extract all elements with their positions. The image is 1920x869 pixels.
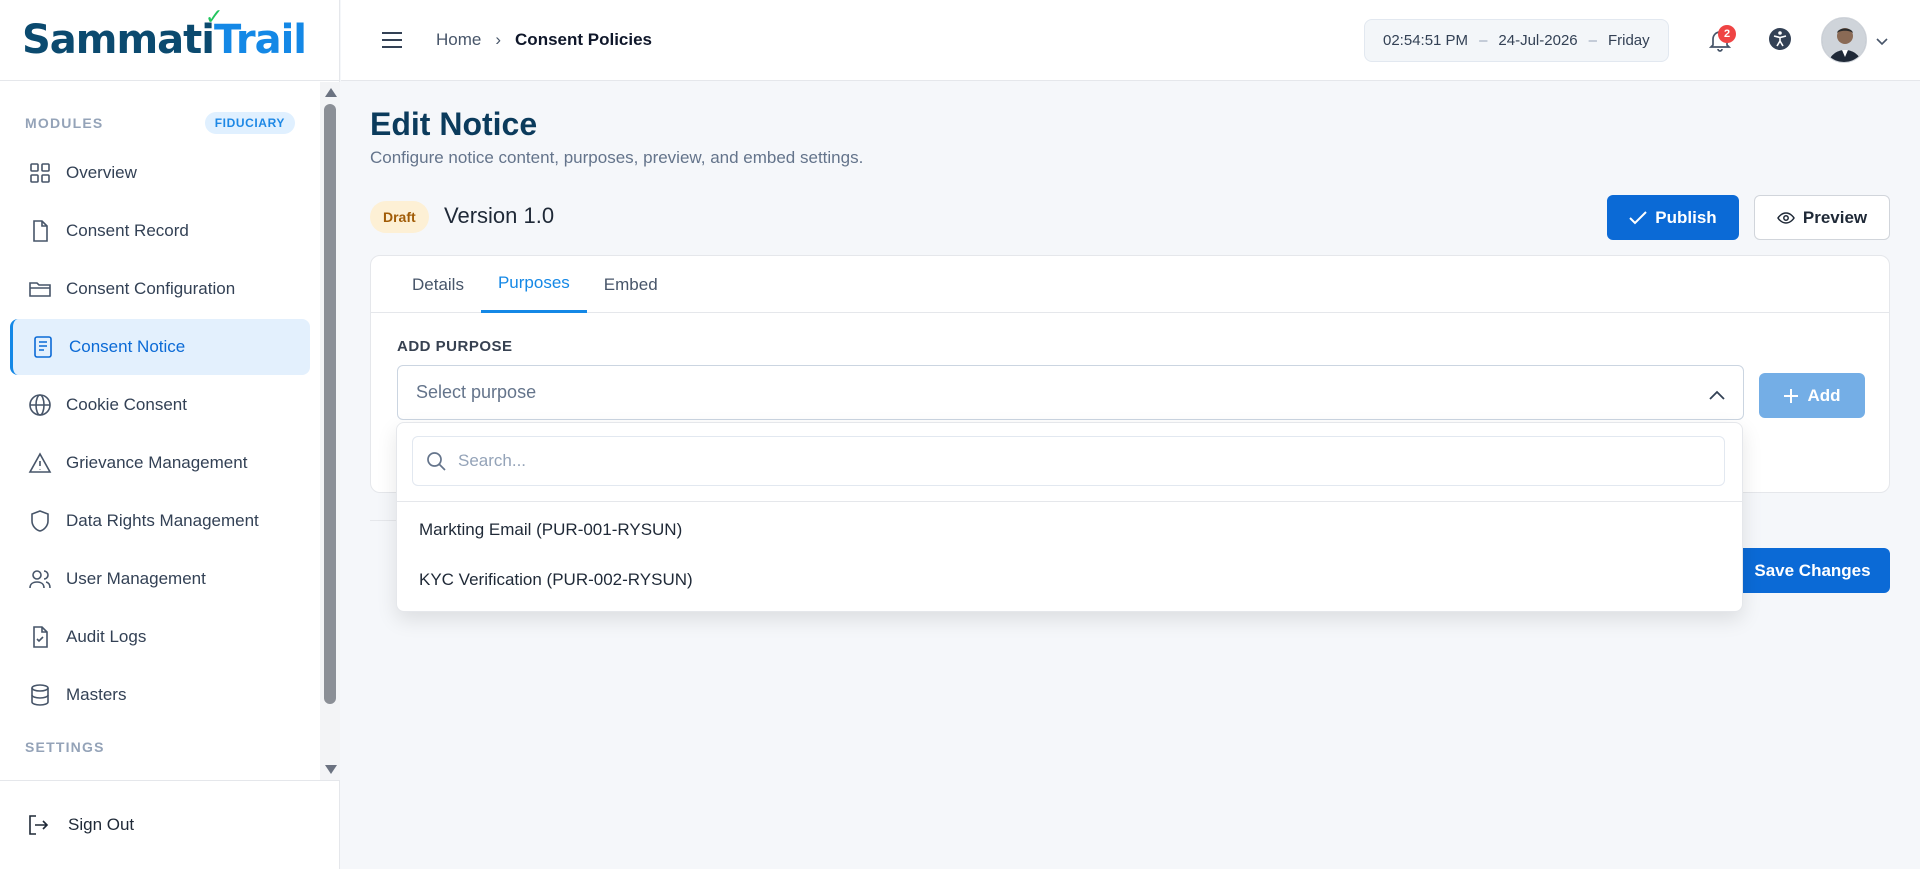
- preview-button[interactable]: Preview: [1754, 195, 1890, 240]
- tab-label: Embed: [603, 274, 658, 294]
- sidebar-item-label: User Management: [66, 569, 206, 588]
- search-placeholder: Search...: [458, 451, 527, 470]
- sidebar-item-cookie-consent[interactable]: Cookie Consent: [10, 377, 310, 433]
- clock-time: 02:54:51 PM: [1383, 32, 1469, 49]
- sign-out-label: Sign Out: [68, 815, 135, 834]
- sidebar-item-user-management[interactable]: User Management: [10, 551, 310, 607]
- warning-icon: [26, 449, 54, 477]
- purpose-option[interactable]: Markting Email (PUR-001-RYSUN): [419, 520, 682, 540]
- file-icon: [26, 217, 54, 245]
- purpose-dropdown-menu: Search... Markting Email (PUR-001-RYSUN)…: [396, 422, 1743, 612]
- datetime-display: 02:54:51 PM – 24-Jul-2026 – Friday: [1364, 19, 1669, 62]
- status-badge: Draft: [370, 201, 429, 233]
- purpose-option[interactable]: KYC Verification (PUR-002-RYSUN): [419, 570, 693, 590]
- role-badge: FIDUCIARY: [204, 112, 295, 134]
- preview-label: Preview: [1802, 207, 1868, 227]
- plus-icon: [1784, 388, 1799, 403]
- sidebar-item-label: Consent Notice: [69, 337, 186, 356]
- sidebar-item-label: Overview: [66, 163, 137, 182]
- sidebar-item-consent-record[interactable]: Consent Record: [10, 203, 310, 259]
- tab-bar: Details Purposes Embed: [371, 256, 1889, 313]
- datetime-separator: –: [1479, 32, 1488, 49]
- breadcrumb-current: Consent Policies: [515, 30, 653, 49]
- folder-icon: [26, 275, 54, 303]
- sidebar-item-consent-configuration[interactable]: Consent Configuration: [10, 261, 310, 317]
- grid-icon: [26, 159, 54, 187]
- settings-section-label: SETTINGS: [25, 739, 105, 755]
- purpose-select[interactable]: Select purpose: [397, 365, 1744, 420]
- publish-label: Publish: [1655, 207, 1717, 227]
- tab-label: Details: [412, 274, 464, 294]
- purpose-select-placeholder: Select purpose: [416, 382, 537, 402]
- menu-toggle-icon[interactable]: [381, 31, 403, 49]
- notification-count-badge: 2: [1718, 25, 1736, 43]
- app-logo[interactable]: SammatiTrail ✓: [0, 0, 339, 81]
- top-bar: Home › Consent Policies 02:54:51 PM – 24…: [341, 0, 1920, 81]
- sidebar-item-masters[interactable]: Masters: [10, 667, 310, 723]
- page-title: Edit Notice: [370, 106, 538, 142]
- dropdown-divider: [397, 501, 1742, 502]
- sidebar-item-grievance-management[interactable]: Grievance Management: [10, 435, 310, 491]
- tab-purposes[interactable]: Purposes: [480, 256, 587, 313]
- search-icon: [426, 451, 446, 471]
- clock-date: 24-Jul-2026: [1498, 32, 1578, 49]
- logo-check-icon: ✓: [205, 5, 223, 30]
- shield-icon: [26, 507, 54, 535]
- sidebar-item-label: Grievance Management: [66, 453, 248, 472]
- breadcrumb-home-link[interactable]: Home: [436, 30, 481, 50]
- sidebar-nav: MODULES FIDUCIARY Overview Consent Recor…: [0, 82, 320, 780]
- logo-wordmark: SammatiTrail ✓: [22, 5, 307, 63]
- chevron-up-icon: [1709, 384, 1725, 405]
- datetime-separator: –: [1588, 32, 1597, 49]
- notice-icon: [29, 333, 57, 361]
- modules-section-header: MODULES FIDUCIARY: [0, 103, 320, 143]
- sign-out-button[interactable]: Sign Out: [0, 780, 340, 869]
- clock-day: Friday: [1607, 32, 1650, 49]
- publish-button[interactable]: Publish: [1607, 195, 1739, 240]
- save-label: Save Changes: [1754, 560, 1871, 580]
- eye-icon: [1776, 211, 1795, 224]
- accessibility-icon[interactable]: [1768, 27, 1792, 56]
- sidebar-item-label: Data Rights Management: [66, 511, 259, 530]
- breadcrumb-chevron-icon: ›: [495, 30, 502, 49]
- database-icon: [26, 681, 54, 709]
- sidebar-item-label: Consent Record: [66, 221, 189, 240]
- globe-icon: [26, 391, 54, 419]
- scrollbar-thumb[interactable]: [324, 104, 336, 704]
- sidebar-item-consent-notice[interactable]: Consent Notice: [10, 319, 310, 375]
- sidebar-scrollbar[interactable]: [320, 82, 340, 780]
- sidebar-item-label: Audit Logs: [66, 627, 147, 646]
- purpose-search-input[interactable]: Search...: [412, 436, 1725, 486]
- version-label: Version 1.0: [444, 203, 555, 228]
- tab-label: Purposes: [497, 273, 570, 292]
- breadcrumb: Home › Consent Policies: [436, 30, 652, 50]
- logo-text-part1: Sammati: [22, 17, 215, 63]
- users-icon: [26, 565, 54, 593]
- file-check-icon: [26, 623, 54, 651]
- sidebar-item-overview[interactable]: Overview: [10, 145, 310, 201]
- tab-details[interactable]: Details: [395, 256, 481, 313]
- save-changes-button[interactable]: Save Changes: [1735, 548, 1890, 593]
- sidebar-item-audit-logs[interactable]: Audit Logs: [10, 609, 310, 665]
- modules-label: MODULES: [25, 115, 104, 131]
- sidebar: SammatiTrail ✓ MODULES FIDUCIARY Overvie…: [0, 0, 340, 869]
- user-menu-chevron-icon[interactable]: [1876, 33, 1888, 51]
- check-icon: [1629, 210, 1648, 224]
- logo-text-part2: Trail: [213, 17, 307, 63]
- sidebar-item-label: Cookie Consent: [66, 395, 187, 414]
- tab-embed[interactable]: Embed: [587, 256, 675, 313]
- scroll-up-arrow-icon[interactable]: [325, 88, 337, 97]
- add-purpose-label: ADD PURPOSE: [397, 338, 513, 355]
- page-subtitle: Configure notice content, purposes, prev…: [370, 148, 864, 167]
- add-purpose-button[interactable]: Add: [1759, 373, 1865, 418]
- user-avatar[interactable]: [1821, 17, 1867, 63]
- scroll-down-arrow-icon[interactable]: [325, 765, 337, 774]
- sidebar-item-data-rights-management[interactable]: Data Rights Management: [10, 493, 310, 549]
- add-label: Add: [1807, 385, 1841, 405]
- sidebar-item-label: Masters: [66, 685, 127, 704]
- sidebar-item-label: Consent Configuration: [66, 279, 236, 298]
- logout-icon: [26, 813, 50, 837]
